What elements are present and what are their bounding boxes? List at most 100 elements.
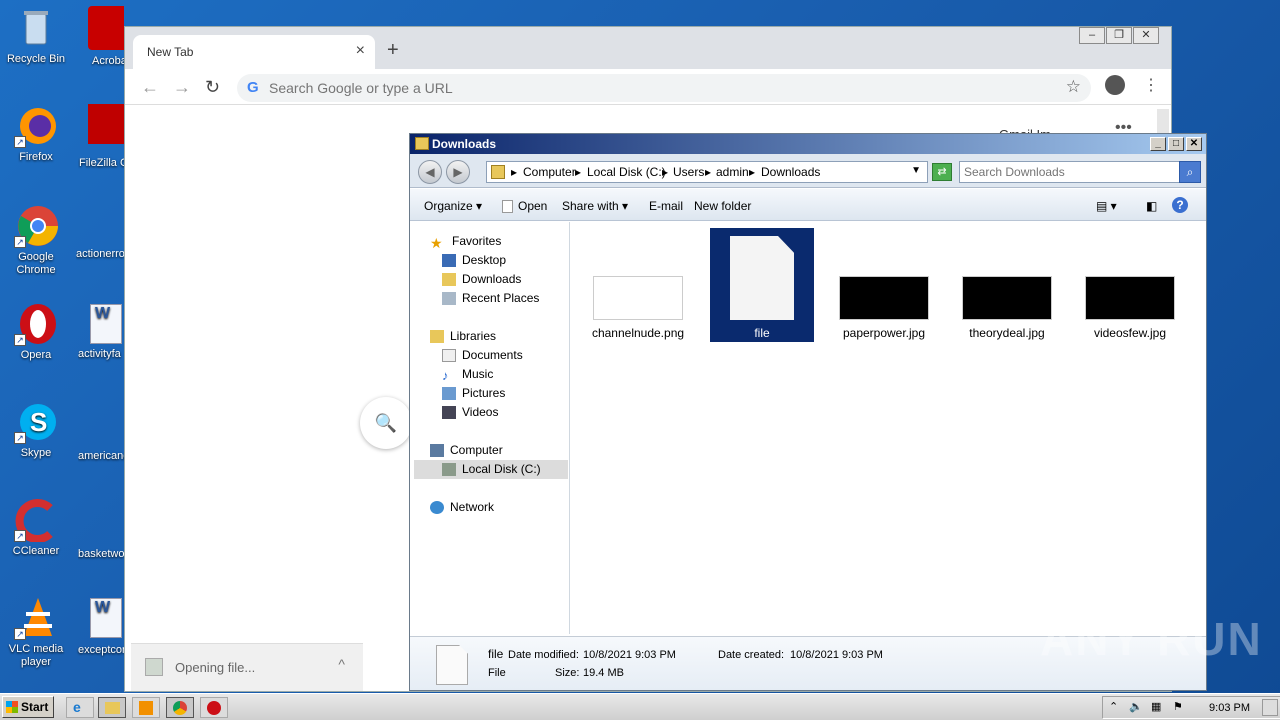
action-center-icon[interactable]: ⚑	[1173, 700, 1183, 713]
download-item[interactable]: Opening file... ^	[131, 643, 363, 691]
taskbar-explorer[interactable]	[98, 697, 126, 718]
tab-new-tab[interactable]: New Tab ×	[133, 35, 375, 69]
nav-music[interactable]: ♪ Music	[442, 367, 493, 383]
desktop-icon-filezilla[interactable]: FileZilla Cl	[78, 104, 124, 174]
windows-logo-icon	[6, 701, 18, 713]
nav-videos[interactable]: Videos	[442, 405, 498, 420]
desktop-icon-ccleaner[interactable]: ↗ CCleaner	[0, 498, 72, 558]
minimize-button[interactable]: –	[1079, 27, 1105, 44]
new-folder-button[interactable]: New folder	[694, 199, 751, 213]
account-icon[interactable]	[1105, 75, 1125, 95]
desktop-icon-vlc[interactable]: ↗ VLC media player	[0, 596, 72, 669]
desktop-icon-activityfa[interactable]: W activityfa	[78, 304, 124, 368]
breadcrumb-separator[interactable]: ▸	[749, 165, 755, 179]
recycle-bin-icon	[14, 6, 58, 50]
desktop-icon-recycle-bin[interactable]: Recycle Bin	[0, 6, 72, 66]
desktop-icon-skype[interactable]: S ↗ Skype	[0, 400, 72, 460]
search-box[interactable]: ⌕	[959, 161, 1201, 183]
restore-button[interactable]: ❐	[1106, 27, 1132, 44]
minimize-button[interactable]: _	[1150, 137, 1166, 151]
file-item[interactable]: theorydeal.jpg	[955, 276, 1059, 340]
nav-network[interactable]: Network	[430, 500, 494, 515]
organize-button[interactable]: Organize ▾	[424, 199, 482, 213]
nav-libraries[interactable]: Libraries	[430, 329, 496, 344]
forward-button[interactable]: ▶	[446, 160, 470, 184]
details-modified-label: Date modified:	[508, 649, 579, 661]
taskbar-ie[interactable]: e	[66, 697, 94, 718]
nav-computer[interactable]: Computer	[430, 443, 503, 458]
nav-pictures[interactable]: Pictures	[442, 386, 505, 401]
maximize-button[interactable]: □	[1168, 137, 1184, 151]
search-icon[interactable]: 🔍	[360, 397, 412, 449]
taskbar-media-player[interactable]	[132, 697, 160, 718]
new-tab-button[interactable]: +	[387, 39, 399, 62]
breadcrumb-computer[interactable]: Computer	[523, 165, 576, 179]
show-desktop-button[interactable]	[1262, 699, 1278, 716]
breadcrumb-separator[interactable]: ▸	[511, 165, 517, 179]
breadcrumb-admin[interactable]: admin	[716, 165, 749, 179]
taskbar-opera[interactable]	[200, 697, 228, 718]
nav-recent-places[interactable]: Recent Places	[442, 291, 539, 306]
breadcrumb-separator[interactable]: ▸	[662, 165, 668, 179]
forward-arrow-icon[interactable]: →	[173, 77, 191, 98]
desktop-icon-opera[interactable]: ↗ Opera	[0, 302, 72, 362]
star-icon[interactable]: ☆	[1066, 77, 1081, 97]
desktop-icon-basketwo[interactable]: basketwo	[78, 548, 124, 566]
chevron-down-icon[interactable]: ▼	[911, 165, 921, 176]
file-item[interactable]: videosfew.jpg	[1078, 276, 1182, 340]
back-button[interactable]: ◀	[418, 160, 442, 184]
folder-icon	[415, 137, 429, 150]
close-button[interactable]: ✕	[1133, 27, 1159, 44]
nav-desktop[interactable]: Desktop	[442, 253, 506, 268]
details-modified-value: 10/8/2021 9:03 PM	[583, 649, 676, 661]
file-item[interactable]: channelnude.png	[586, 276, 690, 340]
start-button[interactable]: Start	[2, 696, 54, 718]
breadcrumb-separator[interactable]: ▸	[575, 165, 581, 179]
breadcrumb-downloads[interactable]: Downloads	[761, 165, 820, 179]
help-icon[interactable]: ?	[1172, 197, 1188, 213]
desktop-icon-actionerro[interactable]: actionerro	[76, 248, 124, 268]
reload-icon[interactable]: ↻	[205, 77, 220, 98]
ccleaner-icon: ↗	[14, 498, 58, 543]
desktop-icon-acrobat[interactable]: Acrobat Reader	[78, 6, 124, 88]
search-icon[interactable]: ⌕	[1179, 161, 1201, 183]
back-arrow-icon[interactable]: ←	[141, 77, 159, 98]
nav-downloads[interactable]: Downloads	[442, 272, 521, 287]
file-item[interactable]: paperpower.jpg	[832, 276, 936, 340]
breadcrumb-separator[interactable]: ▸	[705, 165, 711, 179]
close-button[interactable]: ✕	[1186, 137, 1202, 151]
tab-title: New Tab	[147, 45, 194, 59]
omnibox[interactable]: G ☆	[237, 74, 1091, 102]
taskbar-chrome[interactable]	[166, 697, 194, 718]
close-icon[interactable]: ×	[356, 42, 365, 60]
title-bar[interactable]: Downloads _ □ ✕	[410, 134, 1206, 154]
desktop-icon-firefox[interactable]: ↗ Firefox	[0, 104, 72, 164]
chevron-up-icon[interactable]: ^	[338, 656, 345, 672]
refresh-icon[interactable]: ⇄	[932, 163, 952, 181]
breadcrumb[interactable]: ▸ Computer ▸ Local Disk (C:) ▸ Users ▸ a…	[486, 161, 928, 183]
kebab-menu-icon[interactable]: ⋮	[1143, 75, 1159, 95]
breadcrumb-users[interactable]: Users	[673, 165, 704, 179]
command-bar: Organize ▾ Open Share with ▾ E-mail New …	[410, 189, 1206, 221]
nav-local-disk[interactable]: Local Disk (C:)	[414, 460, 568, 479]
view-icon[interactable]: ▤ ▾	[1096, 199, 1117, 213]
search-input[interactable]	[964, 165, 1174, 179]
nav-favorites[interactable]: ★ Favorites	[430, 234, 501, 251]
share-with-button[interactable]: Share with ▾	[562, 199, 628, 213]
desktop-icon-americano[interactable]: americano	[78, 450, 124, 468]
open-button[interactable]: Open	[502, 199, 547, 214]
details-file-name: file	[488, 647, 504, 661]
window-controls: – ❐ ✕	[1078, 27, 1159, 44]
clock[interactable]: 9:03 PM	[1209, 702, 1250, 714]
preview-pane-icon[interactable]: ◧	[1146, 199, 1157, 213]
network-tray-icon[interactable]: ▦	[1151, 700, 1161, 713]
volume-icon[interactable]: 🔈	[1129, 700, 1143, 713]
desktop-icon-chrome[interactable]: ↗ Google Chrome	[0, 204, 72, 277]
show-hidden-icons-icon[interactable]: ⌃	[1109, 700, 1118, 713]
search-input[interactable]	[269, 78, 1049, 98]
file-item-selected[interactable]: file	[710, 228, 814, 342]
email-button[interactable]: E-mail	[649, 199, 683, 213]
desktop-icon-exceptcor[interactable]: W exceptcor	[76, 598, 124, 662]
breadcrumb-local-disk[interactable]: Local Disk (C:)	[587, 165, 666, 179]
nav-documents[interactable]: Documents	[442, 348, 523, 363]
